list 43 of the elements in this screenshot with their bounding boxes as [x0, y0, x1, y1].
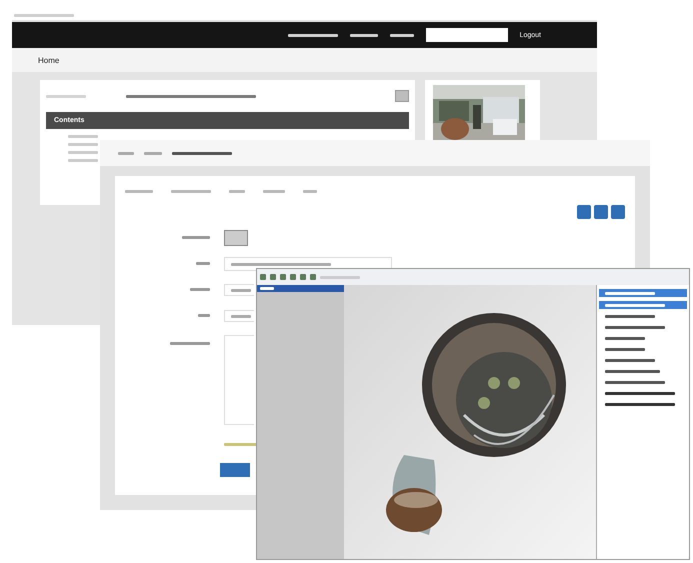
- blurred-text: [231, 314, 251, 318]
- blurred-text: [198, 314, 210, 318]
- image-icon: [224, 230, 248, 246]
- blurred-text: [172, 152, 232, 154]
- blurred-text: [605, 381, 665, 384]
- blurred-text: [605, 292, 655, 294]
- blurred-text: [605, 359, 655, 362]
- blurred-text: [144, 152, 162, 154]
- blurred-text: [196, 262, 210, 266]
- blurred-text: [170, 342, 210, 346]
- blurred-text: [46, 94, 86, 98]
- blurred-text: [605, 403, 675, 406]
- blurred-text: [288, 34, 338, 36]
- input-field[interactable]: [224, 310, 254, 322]
- blurred-text: [605, 348, 645, 351]
- blurred-text: [68, 143, 98, 146]
- blurred-text: [231, 288, 251, 292]
- blurred-text: [390, 34, 414, 36]
- breadcrumb-link[interactable]: Home: [38, 56, 60, 64]
- blurred-text: [182, 236, 210, 240]
- blurred-text: [263, 190, 285, 193]
- input-field[interactable]: [224, 284, 254, 296]
- blurred-text: [190, 288, 210, 292]
- blurred-text: [350, 34, 378, 36]
- tree-item[interactable]: [257, 285, 344, 292]
- blurred-text: [118, 152, 134, 154]
- blurred-text: [68, 135, 98, 138]
- blurred-text: [14, 14, 74, 17]
- blurred-text: [303, 190, 317, 193]
- blurred-text: [68, 151, 98, 154]
- search-field[interactable]: [426, 28, 508, 42]
- blurred-text: [171, 190, 211, 193]
- blurred-text: [125, 190, 153, 193]
- blurred-text: [605, 337, 645, 340]
- blurred-text: [605, 392, 675, 395]
- blurred-text: [320, 276, 360, 278]
- blurred-text: [605, 315, 655, 318]
- blurred-text: [229, 190, 245, 193]
- blurred-text: [605, 326, 665, 329]
- blurred-text: [605, 304, 665, 306]
- blurred-text: [68, 159, 98, 162]
- blurred-text: [605, 370, 660, 373]
- blurred-text: [260, 287, 274, 290]
